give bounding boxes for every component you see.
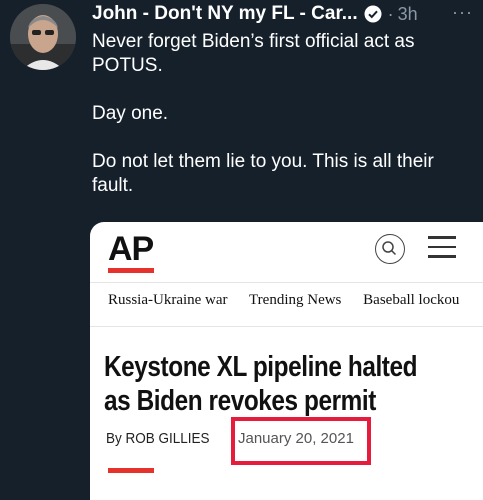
tweet-paragraph: Do not let them lie to you. This is all … (92, 151, 434, 196)
tweet-text: Never forget Biden’s first official act … (92, 30, 472, 198)
article-headline: Keystone XL pipeline halted as Biden rev… (104, 351, 418, 417)
search-icon (375, 234, 405, 264)
verified-badge-icon (364, 5, 382, 23)
ap-logo: AP (108, 230, 154, 268)
article-byline: By ROB GILLIES (106, 430, 210, 447)
divider (90, 326, 483, 327)
separator-dot: · (387, 3, 394, 24)
date-highlight-box (231, 417, 371, 465)
nav-item: Trending News (249, 292, 342, 308)
more-options-icon[interactable]: ··· (452, 2, 473, 23)
logo-accent-bar (108, 268, 154, 273)
tweet-paragraph: Day one. (92, 103, 169, 124)
tweet-paragraph: Never forget Biden’s first official act … (92, 31, 415, 76)
nav-item: Russia-Ukraine war (108, 292, 228, 308)
tweet[interactable]: John - Don't NY my FL - Car... · 3h ··· … (0, 0, 483, 500)
byline-accent-bar (108, 468, 154, 473)
tweet-header: John - Don't NY my FL - Car... · 3h (92, 0, 483, 28)
avatar[interactable] (10, 4, 76, 70)
timestamp[interactable]: 3h (398, 4, 418, 25)
hamburger-menu-icon (428, 236, 456, 260)
site-nav: Russia-Ukraine war Trending News Basebal… (108, 292, 477, 309)
nav-item: Baseball lockou (363, 292, 460, 308)
display-name[interactable]: John - Don't NY my FL - Car... (92, 3, 358, 25)
attached-image[interactable]: AP Russia-Ukraine war Trending News Base… (90, 222, 483, 500)
divider (90, 282, 483, 283)
